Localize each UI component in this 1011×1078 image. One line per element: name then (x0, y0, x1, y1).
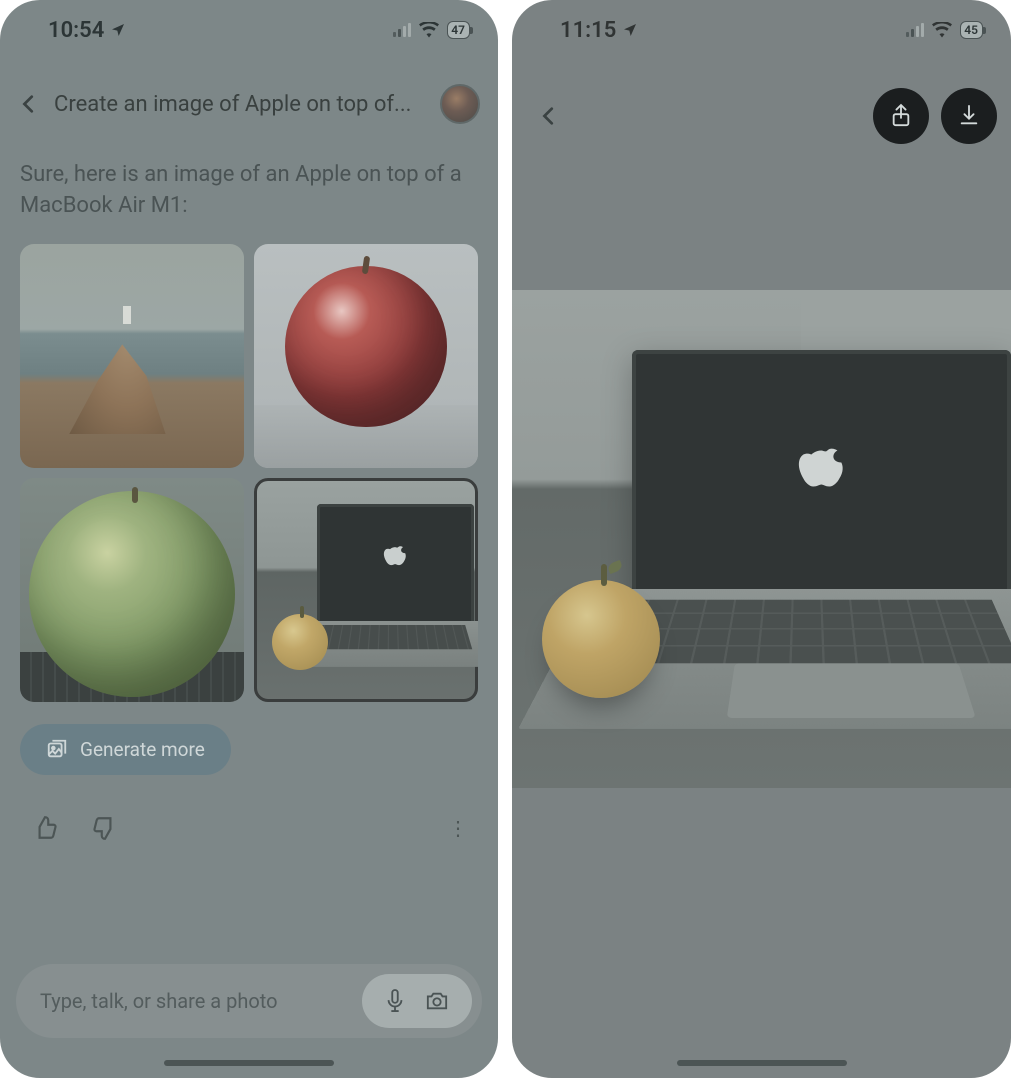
chat-input-placeholder: Type, talk, or share a photo (40, 989, 352, 1013)
chat-screen: 10:54 47 Create an image of Apple on top… (0, 0, 498, 1078)
location-icon (622, 22, 638, 38)
chat-title: Create an image of Apple on top of... (54, 92, 426, 117)
generated-image-2[interactable] (254, 244, 478, 468)
feedback-row: ⋮ (0, 775, 498, 841)
generate-more-button[interactable]: Generate more (20, 724, 231, 775)
camera-button[interactable] (424, 990, 450, 1012)
status-bar: 10:54 47 (0, 0, 498, 60)
chat-header: Create an image of Apple on top of... (0, 60, 498, 142)
image-stack-icon (46, 738, 68, 760)
download-button[interactable] (941, 88, 997, 144)
battery-indicator: 47 (447, 21, 470, 39)
image-grid (0, 234, 498, 702)
chat-input-bar[interactable]: Type, talk, or share a photo (16, 964, 482, 1038)
home-indicator (677, 1060, 847, 1066)
status-bar: 11:15 45 (512, 0, 1011, 60)
status-time: 10:54 (48, 18, 104, 43)
generated-image-4[interactable] (254, 478, 478, 702)
user-avatar[interactable] (440, 84, 480, 124)
more-options-button[interactable]: ⋮ (448, 816, 470, 840)
generated-image-3[interactable] (20, 478, 244, 702)
image-preview[interactable]: MacBook Air (512, 290, 1011, 788)
status-time: 11:15 (560, 18, 616, 43)
assistant-message: Sure, here is an image of an Apple on to… (0, 142, 498, 234)
cell-signal-icon (393, 23, 411, 37)
thumbs-down-button[interactable] (92, 815, 118, 841)
back-button[interactable] (538, 105, 560, 127)
battery-indicator: 45 (960, 21, 983, 39)
thumbs-up-button[interactable] (32, 815, 58, 841)
back-button[interactable] (18, 93, 40, 115)
input-actions (362, 974, 472, 1028)
wifi-icon (932, 22, 952, 38)
generate-more-label: Generate more (80, 738, 205, 761)
home-indicator (164, 1060, 334, 1066)
share-button[interactable] (873, 88, 929, 144)
wifi-icon (419, 22, 439, 38)
cell-signal-icon (906, 23, 924, 37)
detail-header (512, 60, 1011, 156)
location-icon (110, 22, 126, 38)
mic-button[interactable] (384, 988, 406, 1014)
generated-image-1[interactable] (20, 244, 244, 468)
image-detail-screen: 11:15 45 MacBook Air (512, 0, 1011, 1078)
